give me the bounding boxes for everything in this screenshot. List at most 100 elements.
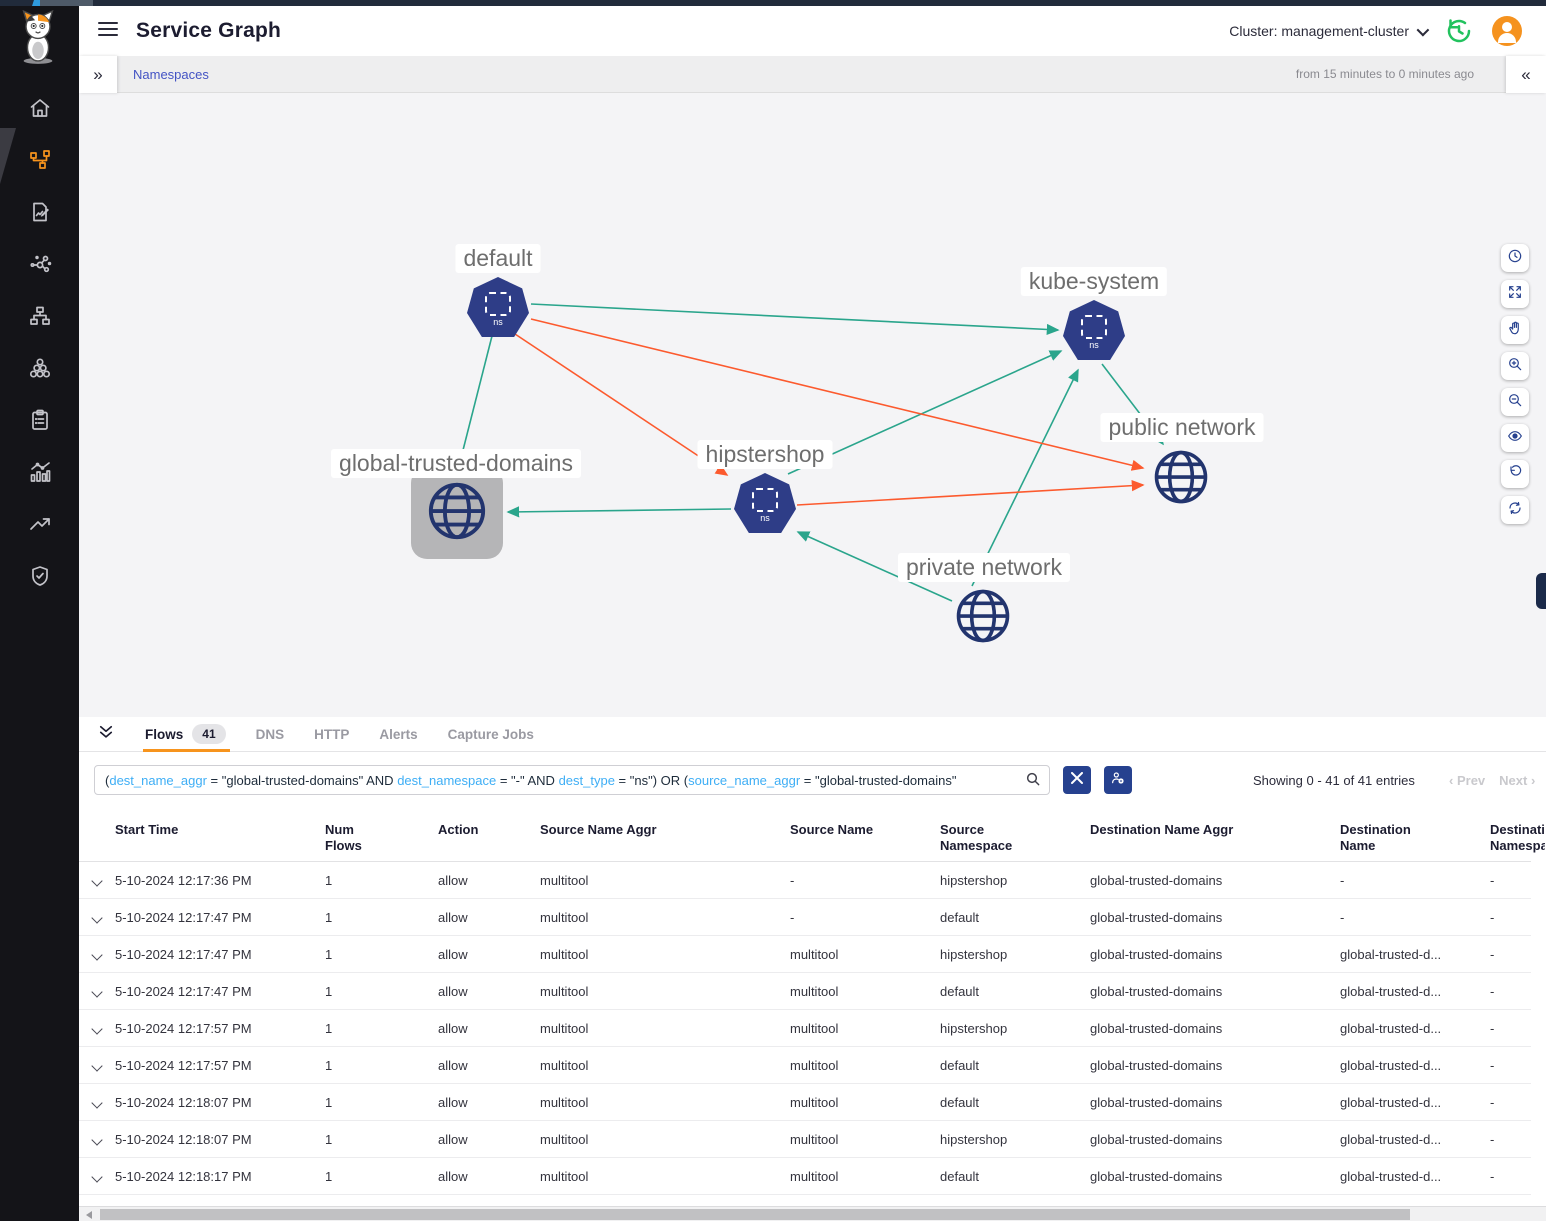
table-cell: 1 bbox=[325, 1132, 438, 1147]
table-cell: multitool bbox=[790, 1021, 940, 1036]
row-expander-icon[interactable] bbox=[85, 1095, 115, 1110]
row-expander-icon[interactable] bbox=[85, 910, 115, 925]
user-settings-icon bbox=[1110, 770, 1126, 791]
table-cell: default bbox=[940, 1058, 1090, 1073]
column-header-destination-name-aggr[interactable]: Destination Name Aggr bbox=[1090, 822, 1340, 838]
row-expander-icon[interactable] bbox=[85, 873, 115, 888]
sidebar-item-compliance[interactable] bbox=[26, 408, 54, 436]
sidebar-item-endpoints[interactable] bbox=[26, 304, 54, 332]
next-page-button[interactable]: Next › bbox=[1499, 773, 1535, 788]
close-icon bbox=[1071, 771, 1083, 789]
node-label-global-trusted-domains[interactable]: global-trusted-domains bbox=[331, 449, 581, 478]
table-row[interactable]: 5-10-2024 12:17:57 PM1allowmultitoolmult… bbox=[79, 1047, 1531, 1084]
table-row[interactable]: 5-10-2024 12:17:47 PM1allowmultitoolmult… bbox=[79, 973, 1531, 1010]
node-label-default[interactable]: default bbox=[455, 244, 540, 273]
table-cell: hipstershop bbox=[940, 873, 1090, 888]
node-label-hipstershop[interactable]: hipstershop bbox=[698, 440, 833, 469]
tab-flows[interactable]: Flows 41 bbox=[145, 717, 226, 752]
breadcrumb[interactable]: Namespaces bbox=[133, 67, 209, 82]
column-header-source-namespace[interactable]: Source Namespace bbox=[940, 822, 1045, 855]
node-label-kube-system[interactable]: kube-system bbox=[1021, 267, 1167, 296]
sidebar-item-threat-defense[interactable] bbox=[26, 564, 54, 592]
table-cell: allow bbox=[438, 1132, 540, 1147]
visibility-button[interactable] bbox=[1501, 424, 1529, 452]
history-button[interactable] bbox=[1444, 16, 1474, 46]
sidebar-item-trends[interactable] bbox=[26, 512, 54, 540]
node-private-network[interactable] bbox=[954, 587, 1012, 650]
collapse-panel-button[interactable]: « bbox=[1506, 56, 1546, 93]
sidebar-item-home[interactable] bbox=[26, 96, 54, 124]
column-header-source-name[interactable]: Source Name bbox=[790, 822, 940, 838]
app-header: Service Graph Cluster: management-cluste… bbox=[79, 6, 1546, 56]
service-graph-canvas[interactable]: ns ns ns bbox=[79, 93, 1546, 717]
refresh-button[interactable] bbox=[1501, 496, 1529, 524]
user-avatar[interactable] bbox=[1492, 16, 1522, 46]
zoom-in-button[interactable] bbox=[1501, 352, 1529, 380]
column-header-action[interactable]: Action bbox=[438, 822, 540, 838]
row-expander-icon[interactable] bbox=[85, 1132, 115, 1147]
column-header-destination-namespace[interactable]: Destination Namespace bbox=[1490, 822, 1545, 858]
fit-to-screen-button[interactable] bbox=[1501, 280, 1529, 308]
table-cell: multitool bbox=[790, 1132, 940, 1147]
row-expander-icon[interactable] bbox=[85, 1169, 115, 1184]
globe-icon bbox=[426, 480, 488, 547]
node-label-private-network[interactable]: private network bbox=[898, 553, 1070, 582]
table-row[interactable]: 5-10-2024 12:18:07 PM1allowmultitoolmult… bbox=[79, 1084, 1531, 1121]
search-icon[interactable] bbox=[1025, 771, 1041, 790]
browser-strip-tab bbox=[40, 0, 93, 6]
flow-filter-input[interactable]: (dest_name_aggr = "global-trusted-domain… bbox=[94, 765, 1050, 795]
tab-flows-label: Flows bbox=[145, 727, 183, 742]
sidebar-item-policies[interactable] bbox=[26, 200, 54, 228]
filter-settings-button[interactable] bbox=[1104, 766, 1132, 794]
sidebar-item-service-graph[interactable] bbox=[26, 148, 54, 176]
node-hipstershop[interactable]: ns bbox=[734, 473, 796, 533]
table-row[interactable]: 5-10-2024 12:17:36 PM1allowmultitool-hip… bbox=[79, 862, 1531, 899]
flows-count-badge: 41 bbox=[192, 724, 225, 744]
tab-dns[interactable]: DNS bbox=[256, 717, 285, 752]
node-global-trusted-domains[interactable] bbox=[411, 467, 503, 559]
node-label-public-network[interactable]: public network bbox=[1100, 413, 1263, 442]
table-row[interactable]: 5-10-2024 12:17:47 PM1allowmultitoolmult… bbox=[79, 936, 1531, 973]
column-header-start-time[interactable]: Start Time bbox=[115, 822, 325, 838]
column-header-destination-name[interactable]: Destination Name bbox=[1340, 822, 1445, 855]
row-expander-icon[interactable] bbox=[85, 1058, 115, 1073]
zoom-out-button[interactable] bbox=[1501, 388, 1529, 416]
table-row[interactable]: 5-10-2024 12:18:07 PM1allowmultitoolmult… bbox=[79, 1121, 1531, 1158]
tab-capture-jobs[interactable]: Capture Jobs bbox=[448, 717, 534, 752]
table-row[interactable]: 5-10-2024 12:17:57 PM1allowmultitoolmult… bbox=[79, 1010, 1531, 1047]
column-header-source-name-aggr[interactable]: Source Name Aggr bbox=[540, 822, 790, 838]
tab-dns-label: DNS bbox=[256, 727, 285, 742]
sidebar-item-nodes[interactable] bbox=[26, 252, 54, 280]
collapse-flows-panel-button[interactable] bbox=[97, 723, 115, 746]
table-row[interactable]: 5-10-2024 12:17:47 PM1allowmultitool-def… bbox=[79, 899, 1531, 936]
time-settings-button[interactable] bbox=[1501, 244, 1529, 272]
sidebar-nav bbox=[0, 96, 79, 592]
clear-filter-button[interactable] bbox=[1063, 766, 1091, 794]
horizontal-scrollbar-thumb[interactable] bbox=[100, 1209, 1410, 1220]
node-default[interactable]: ns bbox=[467, 277, 529, 337]
table-cell: - bbox=[1340, 873, 1490, 888]
policy-document-icon bbox=[28, 200, 52, 229]
details-panel-handle[interactable] bbox=[1536, 573, 1546, 609]
pan-mode-button[interactable] bbox=[1501, 316, 1529, 344]
hamburger-menu-icon[interactable] bbox=[98, 21, 118, 42]
sidebar-item-workloads[interactable] bbox=[26, 356, 54, 384]
tab-http[interactable]: HTTP bbox=[314, 717, 349, 752]
scroll-left-arrow[interactable] bbox=[86, 1211, 92, 1219]
column-header-num-flows[interactable]: Num Flows bbox=[325, 822, 438, 855]
expand-panel-button[interactable]: » bbox=[79, 56, 117, 93]
horizontal-scrollbar[interactable] bbox=[79, 1206, 1546, 1221]
sidebar-item-timeline[interactable] bbox=[26, 460, 54, 488]
table-cell: - bbox=[790, 873, 940, 888]
undo-button[interactable] bbox=[1501, 460, 1529, 488]
node-public-network[interactable] bbox=[1152, 448, 1210, 511]
tab-alerts[interactable]: Alerts bbox=[379, 717, 417, 752]
cluster-selector[interactable]: Cluster: management-cluster bbox=[1229, 23, 1426, 39]
node-kube-system[interactable]: ns bbox=[1063, 300, 1125, 360]
row-expander-icon[interactable] bbox=[85, 984, 115, 999]
clipboard-icon bbox=[28, 408, 52, 437]
row-expander-icon[interactable] bbox=[85, 1021, 115, 1036]
table-row[interactable]: 5-10-2024 12:18:17 PM1allowmultitoolmult… bbox=[79, 1158, 1531, 1195]
row-expander-icon[interactable] bbox=[85, 947, 115, 962]
prev-page-button[interactable]: ‹ Prev bbox=[1449, 773, 1485, 788]
